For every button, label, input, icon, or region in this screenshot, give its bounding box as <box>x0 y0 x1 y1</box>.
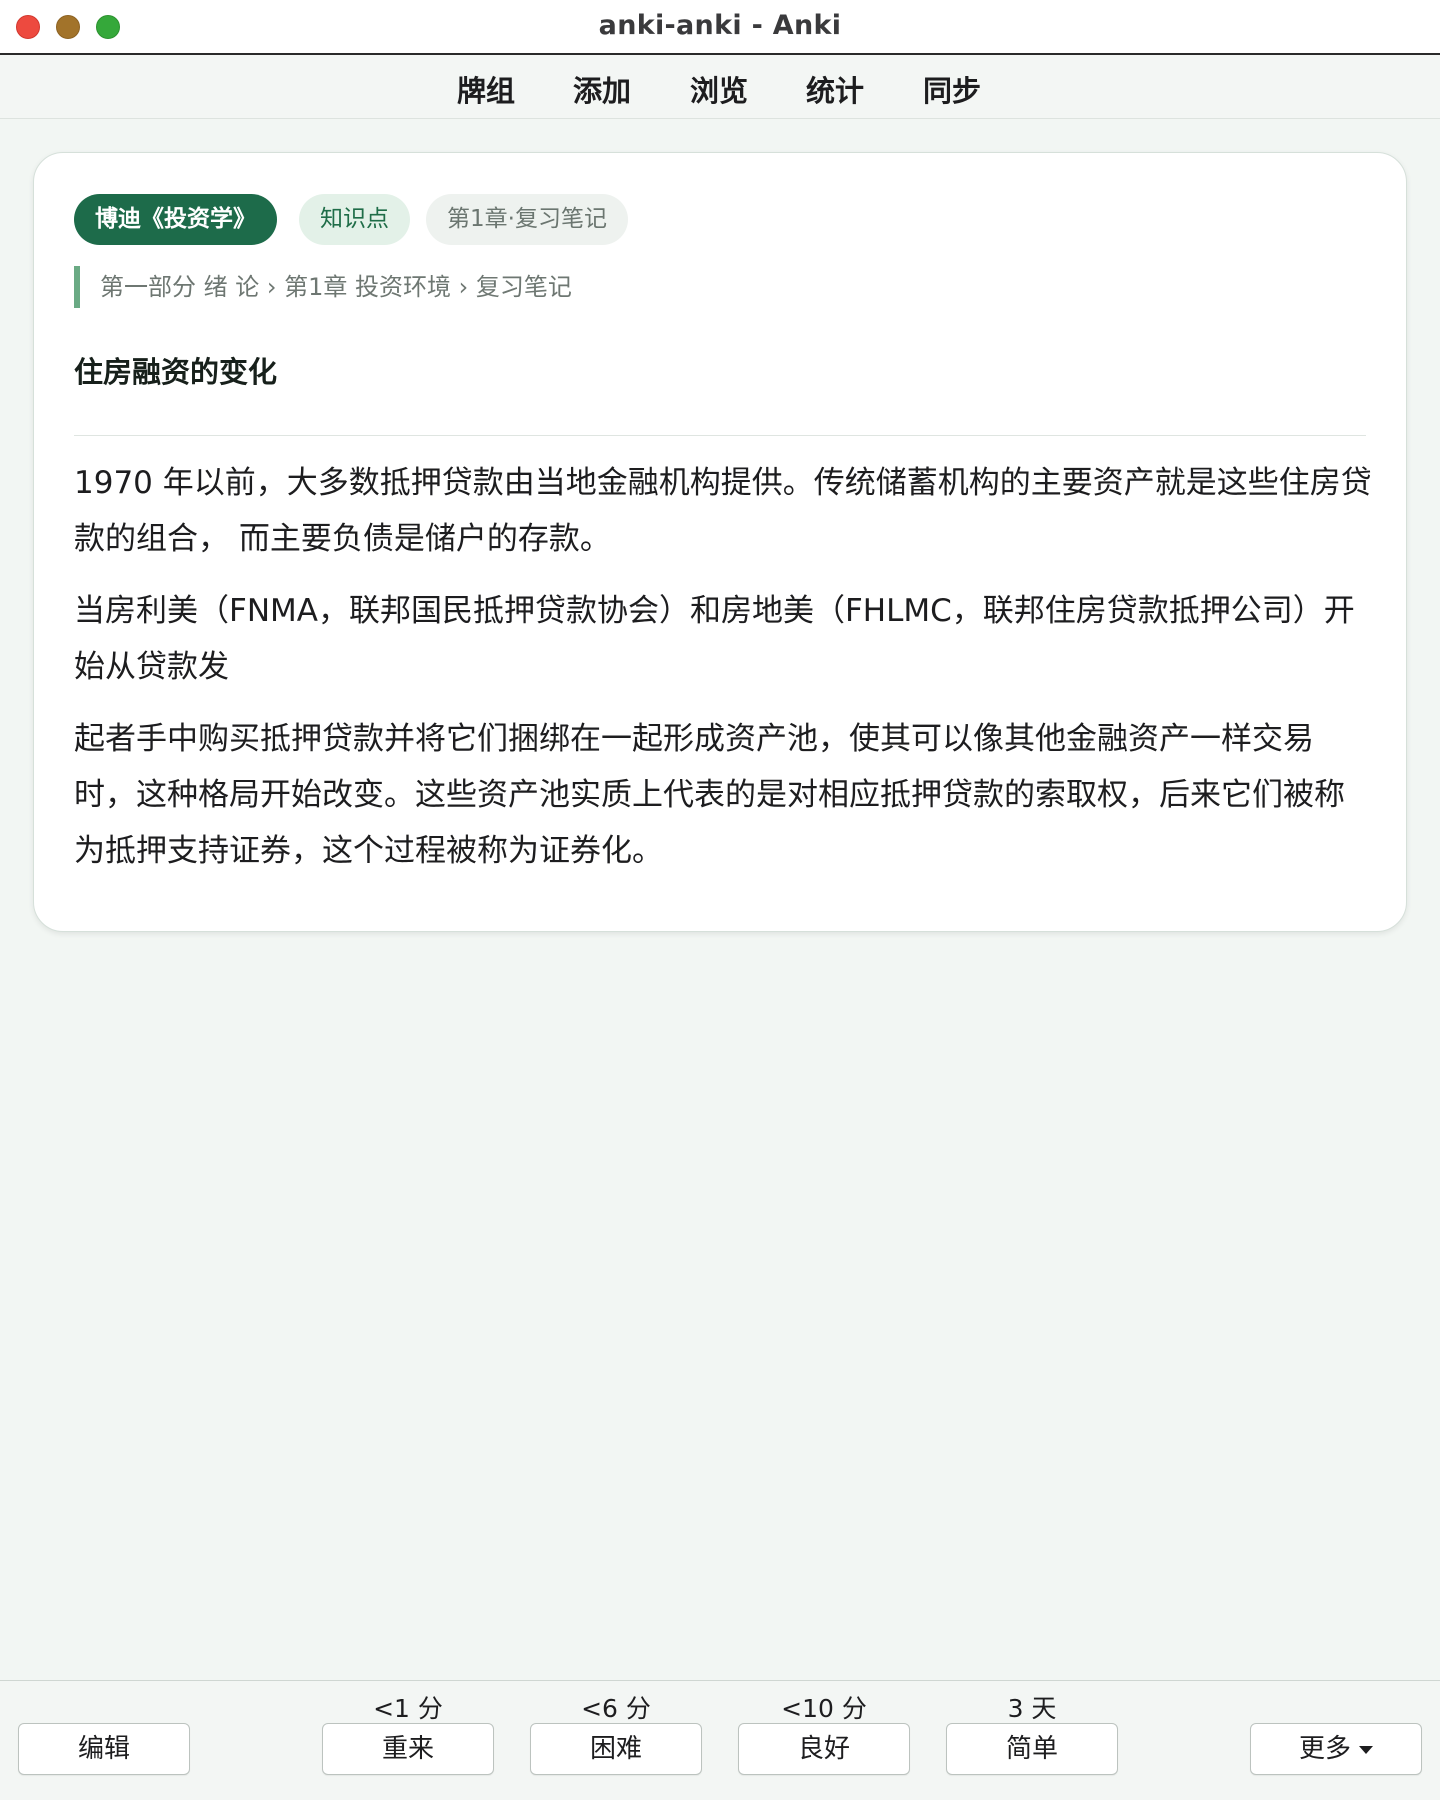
toolbar-sync[interactable]: 同步 <box>923 68 981 110</box>
card-paragraph: 起者手中购买抵押贷款并将它们捆绑在一起形成资产池，使其可以像其他金融资产一样交易… <box>74 721 1345 869</box>
chevron-down-icon <box>1359 1745 1373 1754</box>
card-paragraph: 1970 年以前，大多数抵押贷款由当地金融机构提供。传统储蓄机构的主要资产就是这… <box>74 465 1372 557</box>
toolbar-stats[interactable]: 统计 <box>806 68 864 110</box>
window-title: anki-anki - Anki <box>598 10 842 41</box>
easy-interval: 3 天 <box>1007 1694 1057 1723</box>
good-button[interactable]: 良好 <box>738 1723 910 1775</box>
toolbar-browse[interactable]: 浏览 <box>690 68 748 110</box>
easy-button[interactable]: 简单 <box>946 1723 1118 1775</box>
tag-chapter: 第1章·复习笔记 <box>426 194 628 245</box>
flashcard: 博迪《投资学》 知识点 第1章·复习笔记 第一部分 绪 论 › 第1章 投资环境… <box>33 152 1407 932</box>
card-paragraph: 当房利美（FNMA，联邦国民抵押贷款协会）和房地美（FHLMC，联邦住房贷款抵押… <box>74 593 1355 685</box>
card-title: 住房融资的变化 <box>74 355 278 389</box>
more-button[interactable]: 更多 <box>1250 1723 1422 1775</box>
card-body: 1970 年以前，大多数抵押贷款由当地金融机构提供。传统储蓄机构的主要资产就是这… <box>74 455 1374 895</box>
edit-button[interactable]: 编辑 <box>18 1723 190 1775</box>
answer-bar: 编辑 <1 分 重来 <6 分 困难 <10 分 良好 3 天 简单 更多 <box>0 1680 1440 1800</box>
divider <box>74 435 1366 436</box>
again-button[interactable]: 重来 <box>322 1723 494 1775</box>
good-interval: <10 分 <box>781 1694 867 1723</box>
reviewer-area: 博迪《投资学》 知识点 第1章·复习笔记 第一部分 绪 论 › 第1章 投资环境… <box>0 119 1440 1680</box>
title-bar: anki-anki - Anki <box>0 0 1440 55</box>
breadcrumb: 第一部分 绪 论 › 第1章 投资环境 › 复习笔记 <box>74 266 572 308</box>
again-interval: <1 分 <box>373 1694 443 1723</box>
hard-interval: <6 分 <box>581 1694 651 1723</box>
hard-button[interactable]: 困难 <box>530 1723 702 1775</box>
toolbar-add[interactable]: 添加 <box>573 68 631 110</box>
tag-type: 知识点 <box>299 194 410 245</box>
main-toolbar: 牌组 添加 浏览 统计 同步 <box>0 55 1440 119</box>
toolbar-decks[interactable]: 牌组 <box>457 68 515 110</box>
more-button-label: 更多 <box>1298 1734 1351 1764</box>
tag-deck: 博迪《投资学》 <box>74 194 277 245</box>
